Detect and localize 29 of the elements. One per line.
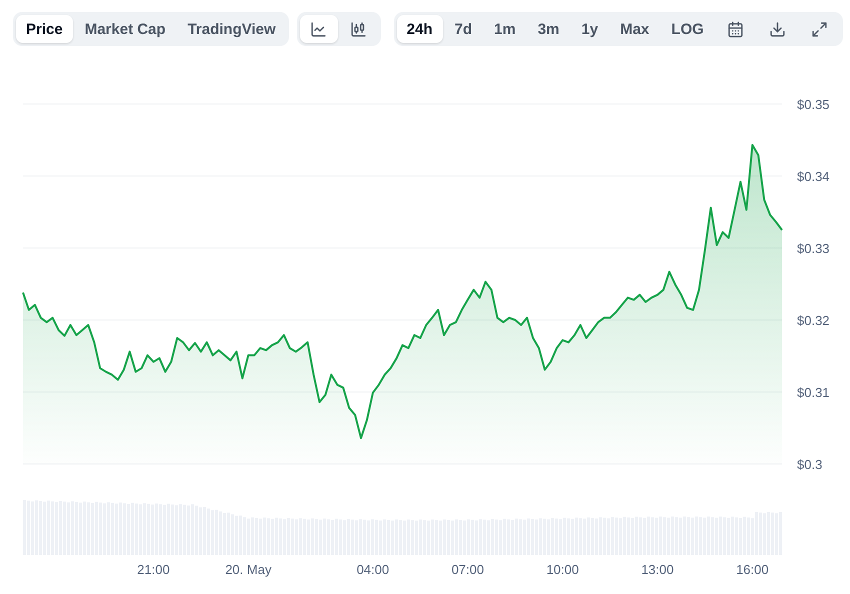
range-tab[interactable]: Max: [610, 15, 660, 43]
calendar-icon: [727, 20, 744, 38]
range-tab[interactable]: 1y: [571, 15, 608, 43]
range-tab[interactable]: 1m: [484, 15, 526, 43]
view-tab[interactable]: TradingView: [178, 15, 286, 43]
y-axis-label: $0.35: [797, 97, 830, 112]
candlestick-chart-icon: [350, 20, 368, 38]
download-icon: [769, 20, 786, 38]
range-tab[interactable]: LOG: [661, 15, 714, 43]
x-axis-label: 10:00: [546, 562, 579, 577]
x-axis-label: 13:00: [641, 562, 674, 577]
y-axis-label: $0.33: [797, 241, 830, 256]
range-tab[interactable]: 7d: [444, 15, 482, 43]
x-axis-label: 20. May: [225, 562, 272, 577]
line-chart-icon: [310, 20, 328, 38]
view-tab[interactable]: Market Cap: [74, 15, 176, 43]
y-axis-label: $0.32: [797, 313, 830, 328]
y-axis-label: $0.3: [797, 457, 822, 472]
range-tab[interactable]: 3m: [528, 15, 570, 43]
x-axis-label: 16:00: [736, 562, 769, 577]
chart-type-button[interactable]: [300, 15, 338, 43]
expand-icon: [811, 20, 828, 38]
view-tab[interactable]: Price: [16, 15, 73, 43]
x-axis-label: 07:00: [451, 562, 484, 577]
y-axis-label: $0.31: [797, 385, 830, 400]
x-axis-label: 04:00: [356, 562, 390, 577]
range-tab[interactable]: 24h: [396, 15, 443, 43]
x-axis-label: 21:00: [137, 562, 170, 577]
y-axis-label: $0.34: [797, 169, 830, 184]
